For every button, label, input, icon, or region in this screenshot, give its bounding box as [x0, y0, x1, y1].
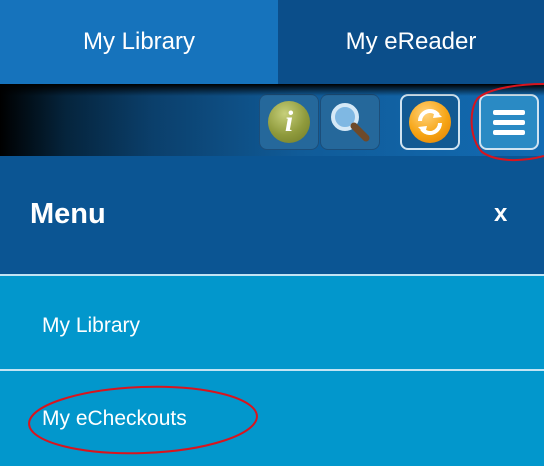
hamburger-menu-button[interactable]: [479, 94, 539, 150]
close-menu-button[interactable]: x: [494, 200, 534, 228]
refresh-button[interactable]: [400, 94, 460, 150]
menu-item-my-echeckouts-label: My eCheckouts: [42, 407, 187, 430]
tab-my-ereader[interactable]: My eReader: [278, 0, 544, 84]
menu-item-my-echeckouts[interactable]: My eCheckouts: [0, 371, 544, 466]
tab-my-library-label: My Library: [82, 28, 196, 55]
refresh-icon: [418, 109, 442, 135]
menu-header: Menu x: [0, 156, 544, 274]
search-icon: [331, 103, 370, 142]
search-button[interactable]: [320, 94, 380, 150]
toolbar: i: [0, 84, 544, 156]
info-button[interactable]: i: [259, 94, 319, 150]
tab-my-library[interactable]: My Library: [0, 0, 278, 84]
tab-my-ereader-label: My eReader: [345, 28, 477, 55]
top-tab-bar: My Library My eReader: [0, 0, 544, 84]
menu-item-my-library-label: My Library: [42, 314, 141, 337]
menu-title: Menu: [30, 198, 106, 230]
menu-item-my-library[interactable]: My Library: [0, 276, 544, 369]
info-icon: i: [268, 101, 310, 143]
